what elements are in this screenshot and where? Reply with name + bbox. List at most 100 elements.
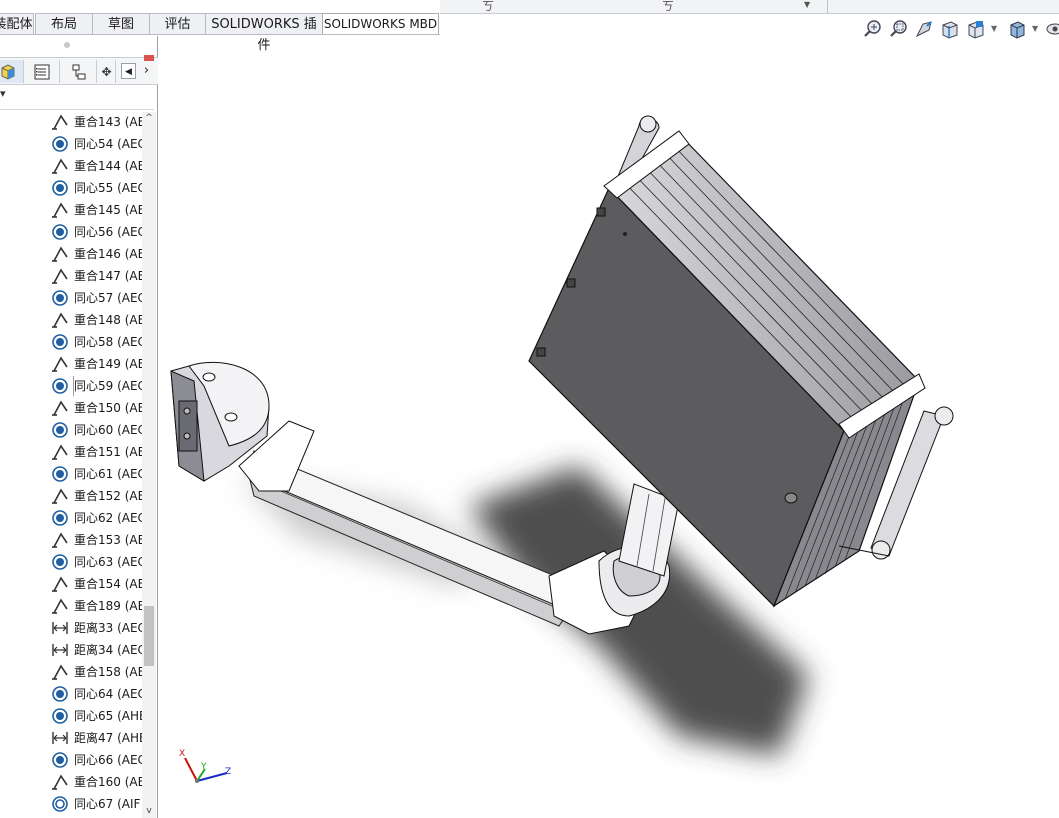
tree-item-mate[interactable]: 同心67 (AIF (50, 794, 142, 814)
concentric-mate-icon (51, 554, 69, 570)
filter-row: ▾ (0, 85, 154, 110)
tab-evaluate[interactable]: 评估 (149, 13, 206, 34)
scroll-down-icon[interactable]: v (143, 806, 155, 816)
triad-x-label: X (179, 749, 185, 759)
tree-item-mate[interactable]: 重合154 (AE (50, 574, 142, 594)
tree-item-label: 重合158 (AE (74, 665, 142, 679)
configuration-manager-icon[interactable] (61, 60, 97, 83)
tree-item-label: 同心57 (AEC (74, 291, 142, 305)
tab-assembly[interactable]: 装配体 (0, 13, 34, 34)
scroll-up-icon[interactable]: ^ (143, 113, 155, 123)
tree-item-mate[interactable]: 距离47 (AHE (50, 728, 142, 748)
tree-item-mate[interactable]: 同心59 (AEC (50, 376, 142, 396)
concentric-mate-icon (51, 686, 69, 702)
filter-icon[interactable]: ▾ (0, 87, 6, 100)
tree-item-mate[interactable]: 重合160 (AE (50, 772, 142, 792)
tree-scrollbar[interactable]: ^ v (142, 112, 156, 818)
tree-item-mate[interactable]: 重合146 (AE (50, 244, 142, 264)
tree-item-label: 重合153 (AE (74, 533, 142, 547)
tree-item-mate[interactable]: 距离33 (AEC (50, 618, 142, 638)
tab-sketch[interactable]: 草图 (92, 13, 150, 34)
coincident-mate-icon (51, 312, 69, 328)
tree-item-mate[interactable]: 同心64 (AEC (50, 684, 142, 704)
tree-item-mate[interactable]: 同心57 (AEC (50, 288, 142, 308)
dim-expert-icon[interactable]: ✥ (98, 60, 116, 83)
tree-item-mate[interactable]: 同心66 (AEC (50, 750, 142, 770)
tree-item-label: 同心58 (AEC (74, 335, 142, 349)
tree-item-label: 同心63 (AEC (74, 555, 142, 569)
tree-item-label: 同心54 (AEC (74, 137, 142, 151)
tab-scroll-right-button[interactable]: › (139, 63, 154, 79)
tree-item-label: 重合147 (AE (74, 269, 142, 283)
tree-item-label: 重合160 (AE (74, 775, 142, 789)
tree-item-label: 距离47 (AHE (74, 731, 142, 745)
tab-scroll-left-button[interactable]: ◀ (121, 63, 136, 79)
chevron-down-icon[interactable]: ▼ (991, 24, 997, 33)
coincident-mate-icon (51, 400, 69, 416)
tree-item-mate[interactable]: 重合144 (AE (50, 156, 142, 176)
tree-item-label: 同心59 (AEC (73, 376, 142, 396)
coincident-mate-icon (51, 488, 69, 504)
featuremanager-panel: ✥ ◀ › ▾ 重合143 (AE 同心54 (AEC 重合144 (AE 同心55 … (0, 36, 158, 818)
tree-item-label: 重合146 (AE (74, 247, 142, 261)
concentric-mate-icon (51, 752, 69, 768)
tree-item-mate[interactable]: 同心55 (AEC (50, 178, 142, 198)
tree-item-mate[interactable]: 重合153 (AE (50, 530, 142, 550)
tab-layout[interactable]: 布局 (35, 13, 93, 34)
tree-item-mate[interactable]: 重合152 (AE (50, 486, 142, 506)
featuremanager-tree-icon[interactable] (0, 60, 24, 83)
scrollbar-thumb[interactable] (144, 606, 154, 666)
tree-item-label: 同心56 (AEC (74, 225, 142, 239)
tree-item-mate[interactable]: 同心61 (AEC (50, 464, 142, 484)
wall-mount-bracket[interactable] (170, 361, 315, 492)
chevron-down-icon[interactable]: ▼ (1032, 24, 1038, 33)
tree-item-mate[interactable]: 同心65 (AHE (50, 706, 142, 726)
tree-item-label: 同心64 (AEC (74, 687, 142, 701)
tree-item-label: 同心65 (AHE (74, 709, 142, 723)
tree-item-mate[interactable]: 重合189 (AE (50, 596, 142, 616)
coincident-mate-icon (51, 598, 69, 614)
tab-solidworks-addins[interactable]: SOLIDWORKS 插件 (205, 13, 323, 53)
coincident-mate-icon (51, 158, 69, 174)
tree-item-mate[interactable]: 同心63 (AEC (50, 552, 142, 572)
concentric-mate-icon (51, 422, 69, 438)
tree-item-mate[interactable]: 同心60 (AEC (50, 420, 142, 440)
tab-underline (0, 34, 440, 35)
tree-item-label: 同心60 (AEC (74, 423, 142, 437)
concentric-mate-icon (51, 378, 69, 394)
manager-tabs: ✥ ◀ › (0, 55, 158, 85)
tree-item-mate[interactable]: 同心54 (AEC (50, 134, 142, 154)
coincident-mate-icon (51, 444, 69, 460)
selector-glyph-icon: ㄎ (662, 0, 675, 13)
tree-item-mate[interactable]: 重合150 (AE (50, 398, 142, 418)
distance-mate-icon (51, 730, 69, 746)
tree-item-mate[interactable]: 同心62 (AEC (50, 508, 142, 528)
tree-item-mate[interactable]: 同心58 (AEC (50, 332, 142, 352)
tree-item-mate[interactable]: 重合158 (AE (50, 662, 142, 682)
tree-item-label: 重合189 (AE (74, 599, 142, 613)
panel-grip[interactable] (64, 42, 70, 48)
concentric-mate-icon (51, 510, 69, 526)
tree-item-label: 同心66 (AEC (74, 753, 142, 767)
tree-item-label: 同心61 (AEC (74, 467, 142, 481)
tree-item-mate[interactable]: 重合145 (AE (50, 200, 142, 220)
tree-item-mate[interactable]: 同心56 (AEC (50, 222, 142, 242)
tree-item-label: 重合151 (AE (74, 445, 142, 459)
tree-item-mate[interactable]: 重合147 (AE (50, 266, 142, 286)
tree-item-mate[interactable]: 重合148 (AE (50, 310, 142, 330)
graphics-viewport[interactable]: X Y Z (159, 36, 1059, 818)
concentric-mate-icon (51, 136, 69, 152)
tab-solidworks-mbd[interactable]: SOLIDWORKS MBD (322, 13, 439, 34)
coincident-mate-icon (51, 532, 69, 548)
coincident-mate-icon (51, 268, 69, 284)
tree-item-mate[interactable]: 重合149 (AE (50, 354, 142, 374)
tree-item-mate[interactable]: 重合151 (AE (50, 442, 142, 462)
concentric-mate-icon (51, 290, 69, 306)
top-selector-strip: ㄎ ㄎ ▼ (440, 0, 1059, 14)
tree-item-mate[interactable]: 重合143 (AE (50, 112, 142, 132)
dropdown-arrow-icon[interactable]: ▼ (804, 0, 810, 9)
coincident-mate-icon (51, 356, 69, 372)
tree-item-mate[interactable]: 距离34 (AEC (50, 640, 142, 660)
property-manager-icon[interactable] (24, 60, 60, 83)
concentric-mate-icon (51, 334, 69, 350)
